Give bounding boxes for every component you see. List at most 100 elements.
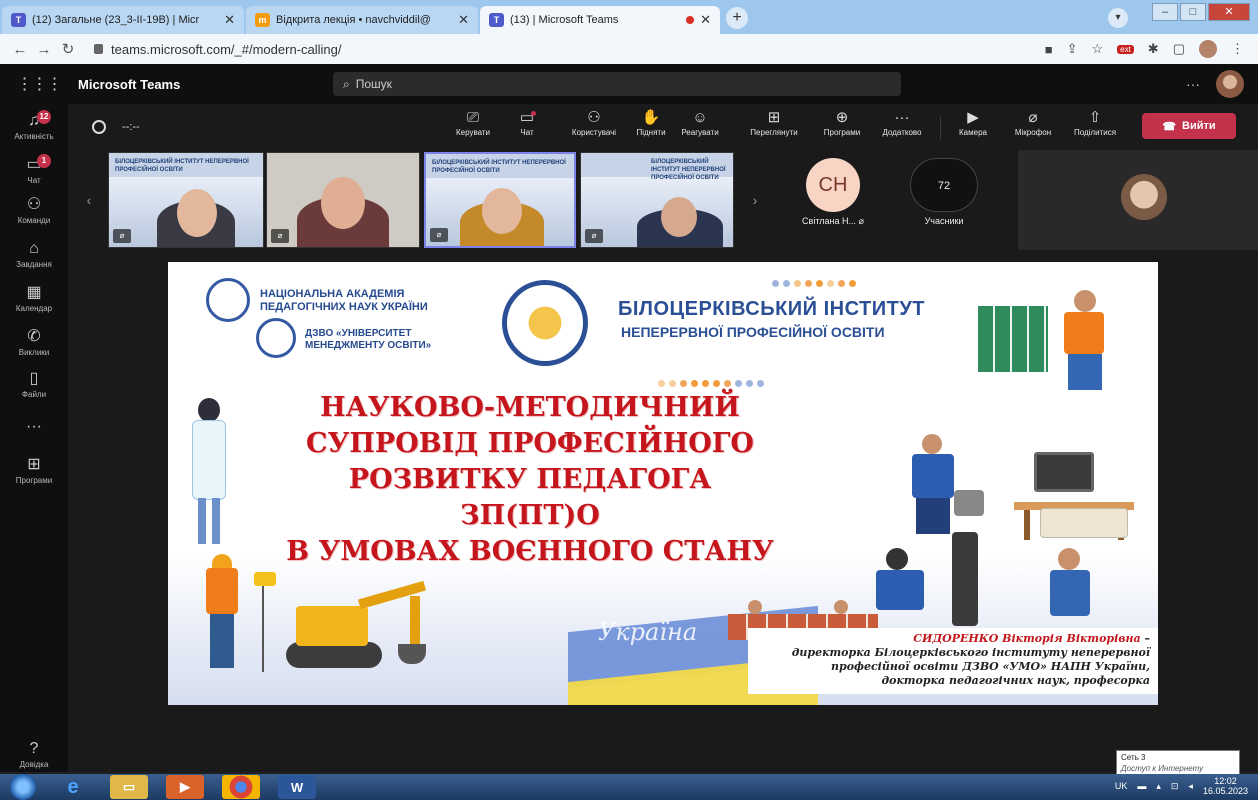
word-icon[interactable]: W [278, 775, 316, 799]
network-status: Доступ к Интернету [1121, 764, 1204, 773]
side-panel-icon[interactable]: ▢ [1173, 41, 1185, 57]
rail-item-calls[interactable]: ✆ Виклики [0, 328, 68, 357]
share-page-icon[interactable]: ⇪ [1067, 41, 1078, 57]
minimize-button[interactable]: – [1152, 3, 1178, 21]
browser-tab-3[interactable]: T (13) | Microsoft Teams ✕ [480, 6, 720, 34]
start-button[interactable] [10, 774, 36, 800]
rail-item-assignments[interactable]: ⌂ Завдання [0, 240, 68, 269]
video-thumbnail[interactable]: БІЛОЦЕРКІВСЬКИЙ ІНСТИТУТ НЕПЕРЕРВНОЇ ПРО… [108, 152, 264, 248]
muted-mic-icon: ⌀ [113, 229, 131, 243]
thumb-slide-text: БІЛОЦЕРКІВСЬКИЙ ІНСТИТУТ НЕПЕРЕРВНОЇ ПРО… [651, 159, 726, 181]
browser-tab-2[interactable]: m Відкрита лекція • navchviddil@ ✕ [246, 6, 478, 34]
keyboard-icon[interactable]: ▬ [1137, 781, 1146, 791]
file-explorer-icon[interactable]: ▭ [110, 775, 148, 799]
react-button[interactable]: ☺ Реагувати [674, 108, 726, 137]
profile-avatar[interactable] [1199, 40, 1217, 58]
share-button[interactable]: ⇧ Поділитися [1062, 108, 1128, 137]
rail-item-activity[interactable]: ♫ 12 Активність [0, 110, 68, 141]
video-thumbnail[interactable]: БІЛОЦЕРКІВСЬКИЙ ІНСТИТУТ НЕПЕРЕРВНОЇ ПРО… [580, 152, 734, 248]
chat-button[interactable]: ▭ Чат [512, 108, 542, 137]
mic-button[interactable]: ⌀ Мікрофон [1008, 108, 1058, 137]
language-indicator[interactable]: UK [1115, 781, 1128, 791]
rail-item-chat[interactable]: ▭ 1 Чат [0, 154, 68, 185]
clock[interactable]: 12:02 16.05.2023 [1203, 776, 1248, 796]
strip-next-icon[interactable]: › [744, 150, 766, 250]
network-icon[interactable]: ⊡ [1171, 781, 1179, 792]
participant-count-tile[interactable]: 72 Учасники [902, 150, 986, 250]
strip-prev-icon[interactable]: ‹ [78, 150, 100, 250]
raise-hand-icon: ✋ [641, 109, 661, 126]
extensions-puzzle-icon[interactable]: ✱ [1148, 41, 1159, 57]
reload-icon[interactable]: ↻ [56, 40, 80, 58]
chrome-icon[interactable] [222, 775, 260, 799]
forward-icon[interactable]: → [32, 41, 56, 58]
bookmark-star-icon[interactable]: ☆ [1091, 41, 1103, 57]
org-umo: ДЗВО «УНІВЕРСИТЕТ МЕНЕДЖМЕНТУ ОСВІТИ» [305, 328, 431, 352]
url-field[interactable]: teams.microsoft.com/_#/modern-calling/ [94, 42, 341, 57]
rail-item-apps[interactable]: ⊞ Програми [0, 456, 68, 485]
teams-header: ⋮⋮⋮ Microsoft Teams ⌕ Пошук ··· [0, 64, 1258, 104]
org-napn-line: НАЦІОНАЛЬНА АКАДЕМІЯ [260, 288, 405, 300]
meeting-info-icon[interactable] [92, 120, 106, 134]
participant-face [661, 197, 697, 237]
tab-search-icon[interactable]: ▾ [1108, 8, 1128, 28]
view-button[interactable]: ⊞ Переглянути [740, 108, 808, 137]
close-window-button[interactable]: ✕ [1208, 3, 1250, 21]
muted-mic-icon: ⌀ [858, 216, 864, 226]
video-thumbnail[interactable]: БІЛОЦЕРКІВСЬКИЙ ІНСТИТУТ НЕПЕРЕРВНОЇ ПРО… [424, 152, 576, 248]
participant-count: 72 [910, 158, 978, 212]
tab-title: (12) Загальне (23_3-II-19B) | Micr [32, 14, 200, 26]
rail-item-files[interactable]: ▯ Файли [0, 370, 68, 399]
view-icon: ⊞ [767, 109, 781, 126]
browser-menu-icon[interactable]: ⋮ [1231, 41, 1244, 57]
meeting-timer: --:-- [122, 121, 140, 133]
user-avatar[interactable] [1216, 70, 1244, 98]
teams-favicon-icon: T [489, 13, 504, 27]
camera-indicator-icon[interactable]: ■ [1045, 42, 1053, 57]
camera-button[interactable]: ▶ Камера [956, 108, 990, 137]
video-thumbnail[interactable]: ⌀ [266, 152, 420, 248]
participant-face [482, 188, 522, 234]
apps-button[interactable]: ⊕ Програми [812, 108, 872, 137]
close-tab-icon[interactable]: ✕ [224, 12, 235, 28]
slide-title-line: РОЗВИТКУ ПЕДАГОГА ЗП(ПТ)О [348, 464, 712, 531]
browser-tab-1[interactable]: T (12) Загальне (23_3-II-19B) | Micr ✕ [2, 6, 244, 34]
participant-face [321, 177, 365, 229]
close-tab-icon[interactable]: ✕ [700, 12, 711, 28]
leave-button[interactable]: ☎ Вийти [1142, 113, 1236, 139]
activity-badge: 12 [37, 110, 51, 124]
rail-item-help[interactable]: ? Довідка [0, 740, 68, 769]
rail-label: Активність [14, 132, 54, 141]
back-icon[interactable]: ← [8, 41, 32, 58]
volume-icon[interactable]: ◂ [1188, 781, 1193, 792]
control-label: Керувати [455, 128, 491, 137]
self-view-tile[interactable] [1018, 150, 1258, 250]
settings-more-button[interactable]: ··· [1186, 76, 1200, 92]
recording-icon [686, 16, 694, 24]
media-player-icon[interactable]: ▶ [166, 775, 204, 799]
present-button[interactable]: ⎚ Керувати [450, 108, 496, 137]
search-input[interactable]: ⌕ Пошук [333, 72, 901, 96]
raise-hand-button[interactable]: ✋ Підняти [632, 108, 670, 137]
tray-expand-icon[interactable]: ▴ [1156, 781, 1161, 792]
app-launcher-icon[interactable]: ⋮⋮⋮ [0, 74, 78, 94]
people-button[interactable]: ⚇ Користувачі [562, 108, 626, 137]
maximize-button[interactable]: □ [1180, 3, 1206, 21]
extension-icon[interactable]: ext [1117, 44, 1134, 54]
more-button[interactable]: ··· Додатково [874, 108, 930, 137]
system-tray: UK ▬ ▴ ⊡ ◂ 12:02 16.05.2023 [1115, 776, 1248, 796]
rail-label: Виклики [18, 348, 50, 357]
welder-figure [898, 430, 988, 540]
napn-logo [206, 278, 250, 322]
rail-item-more[interactable]: ··· [0, 418, 68, 438]
leave-label: Вийти [1182, 120, 1216, 132]
participant-tile[interactable]: CH Світлана Н... ⌀ [778, 150, 888, 250]
camera-off-icon: ▶ [967, 109, 979, 126]
org-umo-line: ДЗВО «УНІВЕРСИТЕТ [305, 328, 412, 339]
close-tab-icon[interactable]: ✕ [458, 12, 469, 28]
new-tab-button[interactable]: + [726, 7, 748, 29]
rail-item-calendar[interactable]: ▦ Календар [0, 284, 68, 313]
rail-item-teams[interactable]: ⚇ Команди [0, 196, 68, 225]
chat-icon: ▭ [519, 109, 535, 126]
internet-explorer-icon[interactable]: e [54, 775, 92, 799]
